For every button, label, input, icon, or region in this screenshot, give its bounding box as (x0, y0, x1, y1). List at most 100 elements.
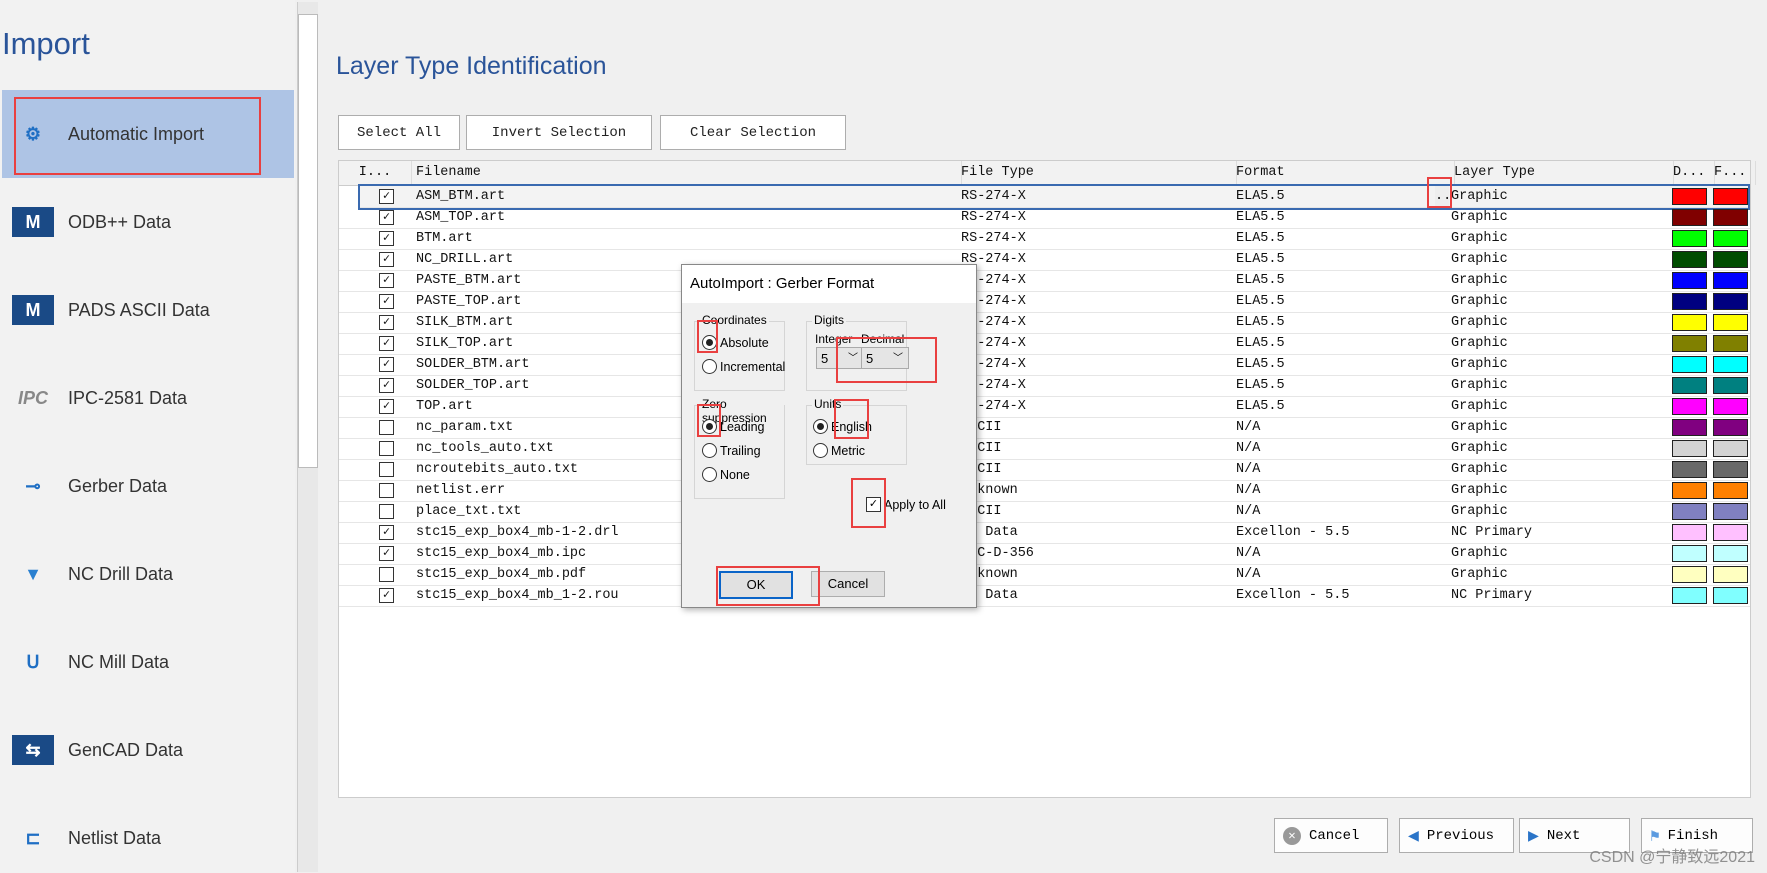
include-checkbox[interactable] (379, 567, 394, 582)
layer-type-cell[interactable]: Graphic (1451, 207, 1661, 228)
include-checkbox[interactable]: ✓ (379, 189, 394, 204)
file-type-cell[interactable]: ASCII (961, 501, 1231, 522)
clear-selection-button[interactable]: Clear Selection (660, 115, 846, 150)
draw-color-swatch[interactable] (1672, 545, 1707, 562)
format-cell[interactable]: N/A (1236, 543, 1436, 564)
table-row[interactable]: netlist.err Unknown N/A Graphic (339, 480, 1750, 502)
draw-color-swatch[interactable] (1672, 272, 1707, 289)
flash-color-swatch[interactable] (1713, 566, 1748, 583)
draw-color-swatch[interactable] (1672, 419, 1707, 436)
layer-type-cell[interactable]: Graphic (1451, 564, 1661, 585)
flash-color-swatch[interactable] (1713, 314, 1748, 331)
format-cell[interactable]: ELA5.5 (1236, 228, 1436, 249)
format-cell[interactable]: ELA5.5 (1236, 354, 1436, 375)
include-checkbox[interactable]: ✓ (379, 336, 394, 351)
include-checkbox[interactable]: ✓ (379, 525, 394, 540)
flash-color-swatch[interactable] (1713, 377, 1748, 394)
sidebar-item-pads-ascii-data[interactable]: M PADS ASCII Data (2, 284, 294, 336)
table-row[interactable]: ✓ ASM_BTM.art RS-274-X ELA5.5 .. Graphic (358, 184, 1750, 210)
table-row[interactable]: ✓ stc15_exp_box4_mb-1-2.drl NC Data Exce… (339, 522, 1750, 544)
draw-color-swatch[interactable] (1672, 209, 1707, 226)
format-cell[interactable]: ELA5.5 (1236, 249, 1436, 270)
flash-color-swatch[interactable] (1713, 293, 1748, 310)
format-cell[interactable]: Excellon - 5.5 (1236, 585, 1436, 606)
file-type-cell[interactable]: ASCII (961, 417, 1231, 438)
flash-color-swatch[interactable] (1713, 356, 1748, 373)
draw-color-swatch[interactable] (1672, 461, 1707, 478)
none-radio[interactable]: None (702, 467, 750, 482)
previous-button[interactable]: ◀ Previous (1399, 818, 1514, 853)
sidebar-item-gencad-data[interactable]: ⇆ GenCAD Data (2, 724, 294, 776)
flash-color-swatch[interactable] (1713, 461, 1748, 478)
table-row[interactable]: ✓ TOP.art RS-274-X ELA5.5 Graphic (339, 396, 1750, 418)
format-cell[interactable]: N/A (1236, 480, 1436, 501)
flash-color-swatch[interactable] (1713, 482, 1748, 499)
format-cell[interactable]: N/A (1236, 501, 1436, 522)
flash-color-swatch[interactable] (1713, 230, 1748, 247)
include-checkbox[interactable] (379, 483, 394, 498)
layer-type-cell[interactable]: Graphic (1451, 501, 1661, 522)
table-row[interactable]: ✓ PASTE_TOP.art RS-274-X ELA5.5 Graphic (339, 291, 1750, 313)
table-row[interactable]: nc_tools_auto.txt ASCII N/A Graphic (339, 438, 1750, 460)
flash-color-swatch[interactable] (1713, 272, 1748, 289)
layer-type-cell[interactable]: NC Primary (1451, 522, 1661, 543)
file-type-cell[interactable]: RS-274-X (961, 249, 1231, 270)
format-cell[interactable]: ELA5.5 (1236, 207, 1436, 228)
header-filename[interactable]: Filename (411, 161, 962, 185)
layer-type-cell[interactable]: Graphic (1451, 543, 1661, 564)
dialog-cancel-button[interactable]: Cancel (811, 571, 885, 597)
include-checkbox[interactable] (379, 504, 394, 519)
table-row[interactable]: ✓ BTM.art RS-274-X ELA5.5 Graphic (339, 228, 1750, 250)
sidebar-item-nc-mill-data[interactable]: ᑌ NC Mill Data (2, 636, 294, 688)
table-row[interactable]: ✓ SILK_TOP.art RS-274-X ELA5.5 Graphic (339, 333, 1750, 355)
table-row[interactable]: ✓ SILK_BTM.art RS-274-X ELA5.5 Graphic (339, 312, 1750, 334)
table-row[interactable]: ✓ PASTE_BTM.art RS-274-X ELA5.5 Graphic (339, 270, 1750, 292)
flash-color-swatch[interactable] (1713, 398, 1748, 415)
format-cell[interactable]: ELA5.5 (1236, 333, 1436, 354)
include-checkbox[interactable]: ✓ (379, 378, 394, 393)
layer-type-cell[interactable]: Graphic (1451, 396, 1661, 417)
sidebar-item-nc-drill-data[interactable]: ▼ NC Drill Data (2, 548, 294, 600)
draw-color-swatch[interactable] (1672, 188, 1707, 205)
format-cell[interactable]: N/A (1236, 438, 1436, 459)
header-include[interactable]: I... (339, 161, 412, 185)
draw-color-swatch[interactable] (1672, 587, 1707, 604)
layer-type-cell[interactable]: Graphic (1451, 186, 1661, 207)
file-type-cell[interactable]: Unknown (961, 480, 1231, 501)
file-type-cell[interactable]: RS-274-X (961, 396, 1231, 417)
file-type-cell[interactable]: RS-274-X (961, 270, 1231, 291)
flash-color-swatch[interactable] (1713, 524, 1748, 541)
flash-color-swatch[interactable] (1713, 419, 1748, 436)
draw-color-swatch[interactable] (1672, 377, 1707, 394)
flash-color-swatch[interactable] (1713, 545, 1748, 562)
layer-type-cell[interactable]: Graphic (1451, 228, 1661, 249)
header-layer-type[interactable]: Layer Type (1449, 161, 1674, 185)
table-row[interactable]: ✓ stc15_exp_box4_mb.ipc IPC-D-356 N/A Gr… (339, 543, 1750, 565)
file-type-cell[interactable]: NC Data (961, 522, 1231, 543)
format-cell[interactable]: N/A (1236, 564, 1436, 585)
format-cell[interactable]: Excellon - 5.5 (1236, 522, 1436, 543)
layer-type-cell[interactable]: Graphic (1451, 333, 1661, 354)
format-cell[interactable]: ELA5.5 (1236, 375, 1436, 396)
draw-color-swatch[interactable] (1672, 251, 1707, 268)
sidebar-item-odb-data[interactable]: M ODB++ Data (2, 196, 294, 248)
table-row[interactable]: stc15_exp_box4_mb.pdf Unknown N/A Graphi… (339, 564, 1750, 586)
draw-color-swatch[interactable] (1672, 503, 1707, 520)
table-row[interactable]: ✓ stc15_exp_box4_mb_1-2.rou NC Data Exce… (339, 585, 1750, 607)
flash-color-swatch[interactable] (1713, 251, 1748, 268)
layer-type-cell[interactable]: Graphic (1451, 375, 1661, 396)
file-type-cell[interactable]: RS-274-X (961, 186, 1231, 207)
header-format[interactable]: Format (1231, 161, 1455, 185)
file-type-cell[interactable]: ASCII (961, 459, 1231, 480)
table-row[interactable]: nc_param.txt ASCII N/A Graphic (339, 417, 1750, 439)
file-type-cell[interactable]: RS-274-X (961, 207, 1231, 228)
flash-color-swatch[interactable] (1713, 335, 1748, 352)
include-checkbox[interactable]: ✓ (379, 252, 394, 267)
metric-radio[interactable]: Metric (813, 443, 865, 458)
format-cell[interactable]: ELA5.5 (1236, 312, 1436, 333)
file-type-cell[interactable]: RS-274-X (961, 312, 1231, 333)
table-row[interactable]: place_txt.txt ASCII N/A Graphic (339, 501, 1750, 523)
layer-type-cell[interactable]: Graphic (1451, 354, 1661, 375)
layer-type-cell[interactable]: Graphic (1451, 291, 1661, 312)
include-checkbox[interactable]: ✓ (379, 315, 394, 330)
